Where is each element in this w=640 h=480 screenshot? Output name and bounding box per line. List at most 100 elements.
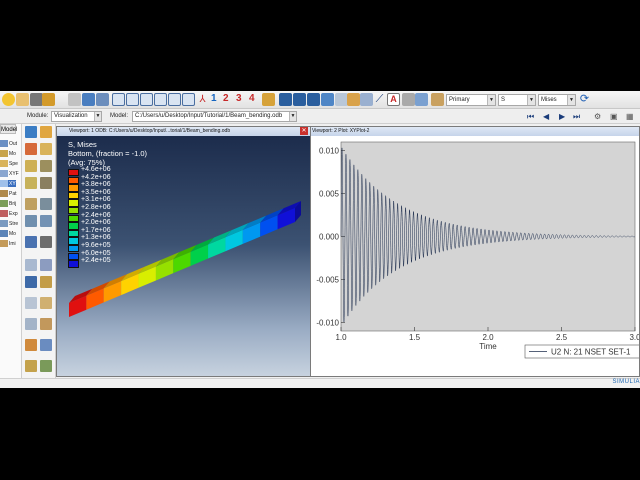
tree-item-label: Mo <box>9 230 16 237</box>
compass-icon[interactable] <box>402 93 415 106</box>
invariant-value: Mises <box>541 97 557 103</box>
model-select[interactable]: C:/Users/u/Desktop/Input/Tutorial/1/Beam… <box>132 111 297 122</box>
view-yz-icon[interactable] <box>126 93 139 106</box>
render-shaded-icon[interactable] <box>307 93 320 106</box>
view-iso-icon[interactable] <box>154 93 167 106</box>
first-frame-icon[interactable]: ⏮ <box>527 112 534 122</box>
tree-item[interactable]: Imi <box>0 240 16 247</box>
render-hidden-icon[interactable] <box>293 93 306 106</box>
annotation-icon[interactable] <box>431 93 444 106</box>
camera-icon[interactable]: ▣ <box>610 112 618 121</box>
module-select[interactable]: Visualization ▼ <box>51 111 102 122</box>
stream-icon[interactable] <box>40 215 52 227</box>
text-tool-label: A <box>390 94 397 104</box>
replace-icon[interactable] <box>40 236 52 248</box>
set-4-button[interactable]: 4 <box>249 93 255 104</box>
variable-type-select[interactable]: Primary ▼ <box>446 94 496 106</box>
tree-item[interactable]: Out <box>0 140 17 147</box>
viewport-2-title: Viewport: 2 Plot: XYPlot-2 <box>312 128 370 134</box>
plot-symbols-icon[interactable] <box>40 143 52 155</box>
tree-item[interactable]: Spe <box>0 160 18 167</box>
tree-item[interactable]: Mo <box>0 230 16 237</box>
pick-icon[interactable] <box>16 93 29 106</box>
section-points-icon[interactable] <box>40 318 52 330</box>
query-results-icon[interactable] <box>40 360 52 372</box>
plot-undeformed-icon[interactable] <box>25 126 37 138</box>
lock-icon[interactable] <box>347 93 360 106</box>
tree-item-label: Imi <box>9 240 16 247</box>
tree-item-selected[interactable]: XY <box>0 180 16 187</box>
view-zx-icon[interactable] <box>140 93 153 106</box>
line-tool-icon[interactable]: ⟋ <box>373 93 386 106</box>
plot-deformed-icon[interactable] <box>40 126 52 138</box>
tree-item[interactable]: Exp <box>0 210 18 217</box>
view-xy-icon[interactable] <box>112 93 125 106</box>
y-tick-label: 0.000 <box>319 233 340 242</box>
query-icon[interactable] <box>2 93 15 106</box>
beam-model <box>69 201 301 317</box>
invariant-select[interactable]: Mises ▼ <box>538 94 576 106</box>
animate-icon[interactable] <box>40 160 52 172</box>
grid-icon[interactable] <box>82 93 95 106</box>
module-label: Module: <box>27 113 49 119</box>
pan-icon[interactable] <box>42 93 55 106</box>
result-options-icon[interactable] <box>25 318 37 330</box>
active-steps-icon[interactable] <box>25 339 37 351</box>
xy-data-icon[interactable] <box>25 177 37 189</box>
refresh-icon[interactable]: ⟳ <box>578 93 591 106</box>
table-icon[interactable] <box>96 93 109 106</box>
tree-item[interactable]: Mo <box>0 150 16 157</box>
zoom-icon[interactable] <box>262 93 275 106</box>
previous-frame-icon[interactable]: ◀ <box>543 112 549 121</box>
arrow-icon[interactable] <box>360 93 373 106</box>
report-icon[interactable] <box>40 198 52 210</box>
viewport-2[interactable]: Viewport: 2 Plot: XYPlot-2 0.010 0.005 0.0… <box>311 126 640 377</box>
field-output-icon[interactable] <box>25 297 37 309</box>
display-group-icon[interactable] <box>25 236 37 248</box>
render-wire-icon[interactable] <box>279 93 292 106</box>
tree-item-label: XYF <box>9 170 19 177</box>
view-cut-manager-icon[interactable] <box>25 360 37 372</box>
status-bar: SIMULIA <box>0 378 640 388</box>
viewport-1-canvas[interactable]: S, Mises Bottom, (fraction = -1.0) (Avg:… <box>57 136 310 376</box>
image-icon[interactable]: ▦ <box>626 112 634 121</box>
superimpose-icon[interactable] <box>40 259 52 271</box>
free-body-icon[interactable] <box>25 215 37 227</box>
tree-item[interactable]: Brij <box>0 200 16 207</box>
model-tab-label: Model <box>1 127 18 133</box>
render-fill-icon[interactable] <box>321 93 334 106</box>
legend-icon[interactable] <box>415 93 428 106</box>
set-2-button[interactable]: 2 <box>223 93 229 104</box>
common-options-icon[interactable] <box>25 259 37 271</box>
create-view-cut-icon[interactable] <box>40 339 52 351</box>
tree-item[interactable]: Stre <box>0 220 18 227</box>
settings-icon[interactable]: ⚙ <box>594 112 601 121</box>
viewport-1[interactable]: Viewport: 1 ODB: C:/Users/u/Desktop/Inpu… <box>56 126 311 377</box>
axis-icon[interactable]: ⅄ <box>196 93 209 106</box>
component-select[interactable]: S ▼ <box>498 94 536 106</box>
plot-contours-icon[interactable] <box>25 143 37 155</box>
chevron-down-icon: ▼ <box>289 112 296 121</box>
step-frame-icon[interactable] <box>40 297 52 309</box>
print-icon[interactable] <box>68 93 81 106</box>
tree-item[interactable]: XYF <box>0 170 19 177</box>
view-front-icon[interactable] <box>168 93 181 106</box>
last-frame-icon[interactable]: ⏭ <box>573 112 580 122</box>
set-3-button[interactable]: 3 <box>236 93 242 104</box>
set-1-button[interactable]: 1 <box>211 93 217 104</box>
tree-item-label: XY <box>9 180 16 187</box>
path-icon[interactable] <box>25 198 37 210</box>
view-back-icon[interactable] <box>182 93 195 106</box>
model-label: Model: <box>110 113 129 119</box>
xy-data-manager-icon[interactable] <box>40 177 52 189</box>
xy-plot[interactable]: 0.010 0.005 0.000 -0.005 -0.010 1.0 1.5 2.0 2.5 3… <box>311 136 640 377</box>
cut-icon[interactable] <box>40 276 52 288</box>
plot-material-icon[interactable] <box>25 160 37 172</box>
viewport-2-titlebar: Viewport: 2 Plot: XYPlot-2 <box>311 127 639 136</box>
transform-icon[interactable] <box>25 276 37 288</box>
tree-item[interactable]: Pat <box>0 190 17 197</box>
close-icon[interactable]: ✕ <box>300 127 308 135</box>
model-tab[interactable]: Model <box>0 124 18 134</box>
play-icon[interactable]: ▶ <box>559 112 565 121</box>
text-tool-icon[interactable]: A <box>387 93 400 106</box>
